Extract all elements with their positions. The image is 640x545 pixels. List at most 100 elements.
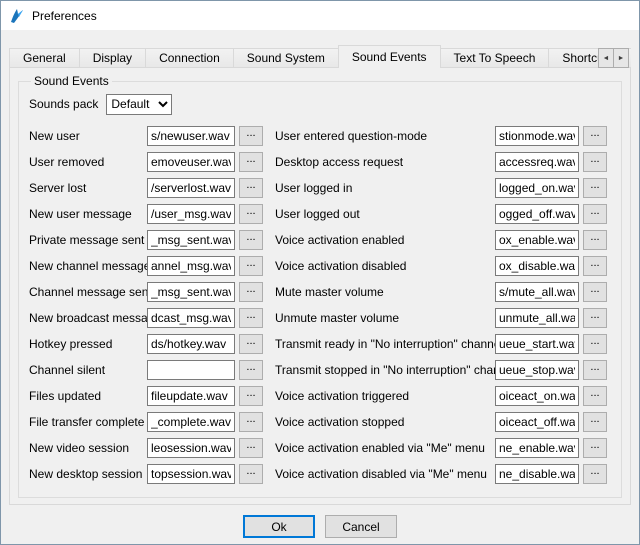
tab-general[interactable]: General [9, 48, 80, 68]
browse-button[interactable]: ... [583, 412, 607, 432]
sound-event-row: Hotkey pressed... [29, 334, 263, 354]
sound-file-input[interactable] [147, 308, 235, 328]
sound-file-input[interactable] [495, 230, 579, 250]
sound-event-label: New user message [29, 207, 147, 221]
browse-button[interactable]: ... [583, 204, 607, 224]
sound-file-input[interactable] [147, 152, 235, 172]
sound-file-input[interactable] [147, 334, 235, 354]
sound-event-label: Files updated [29, 389, 147, 403]
browse-button[interactable]: ... [583, 438, 607, 458]
sound-event-label: File transfer complete [29, 415, 147, 429]
browse-button[interactable]: ... [239, 438, 263, 458]
browse-button[interactable]: ... [583, 152, 607, 172]
sound-event-label: New channel message [29, 259, 147, 273]
sound-event-label: Transmit stopped in "No interruption" ch… [275, 363, 495, 377]
browse-button[interactable]: ... [583, 360, 607, 380]
browse-button[interactable]: ... [239, 282, 263, 302]
sound-file-input[interactable] [495, 256, 579, 276]
sound-event-row: Mute master volume... [275, 282, 607, 302]
sound-event-row: Voice activation stopped... [275, 412, 607, 432]
tab-display[interactable]: Display [79, 48, 146, 68]
sound-event-row: Unmute master volume... [275, 308, 607, 328]
sound-file-input[interactable] [147, 412, 235, 432]
tab-scroll-left-icon[interactable]: ◄ [598, 48, 614, 68]
sound-file-input[interactable] [495, 126, 579, 146]
sound-event-label: Voice activation disabled [275, 259, 495, 273]
browse-button[interactable]: ... [583, 334, 607, 354]
ok-button[interactable]: Ok [243, 515, 315, 538]
sound-file-input[interactable] [147, 126, 235, 146]
sound-event-label: Voice activation triggered [275, 389, 495, 403]
browse-button[interactable]: ... [239, 464, 263, 484]
sound-event-label: Mute master volume [275, 285, 495, 299]
sound-file-input[interactable] [495, 438, 579, 458]
sound-event-row: New user... [29, 126, 263, 146]
browse-button[interactable]: ... [239, 256, 263, 276]
sounds-pack-select[interactable]: Default [106, 94, 172, 115]
tab-connection[interactable]: Connection [145, 48, 234, 68]
sound-event-row: Files updated... [29, 386, 263, 406]
sound-file-input[interactable] [147, 438, 235, 458]
sound-file-input[interactable] [147, 464, 235, 484]
sound-event-row: New user message... [29, 204, 263, 224]
app-icon [9, 8, 25, 24]
sound-event-label: Channel message sent [29, 285, 147, 299]
tab-scroll-right-icon[interactable]: ► [613, 48, 629, 68]
tab-text-to-speech[interactable]: Text To Speech [440, 48, 550, 68]
sound-event-label: New desktop session [29, 467, 147, 481]
browse-button[interactable]: ... [239, 152, 263, 172]
sound-event-row: File transfer complete... [29, 412, 263, 432]
sound-event-label: Hotkey pressed [29, 337, 147, 351]
browse-button[interactable]: ... [239, 386, 263, 406]
browse-button[interactable]: ... [583, 256, 607, 276]
sounds-pack-label: Sounds pack [29, 97, 98, 111]
browse-button[interactable]: ... [583, 178, 607, 198]
sound-file-input[interactable] [495, 334, 579, 354]
browse-button[interactable]: ... [239, 178, 263, 198]
sound-file-input[interactable] [495, 360, 579, 380]
dialog-body: GeneralDisplayConnectionSound SystemSoun… [1, 30, 639, 545]
browse-button[interactable]: ... [239, 230, 263, 250]
sound-file-input[interactable] [495, 282, 579, 302]
sound-event-row: Transmit ready in "No interruption" chan… [275, 334, 607, 354]
browse-button[interactable]: ... [583, 386, 607, 406]
browse-button[interactable]: ... [583, 464, 607, 484]
sound-event-label: New user [29, 129, 147, 143]
cancel-button[interactable]: Cancel [325, 515, 397, 538]
browse-button[interactable]: ... [239, 308, 263, 328]
sound-event-row: Voice activation disabled... [275, 256, 607, 276]
browse-button[interactable]: ... [239, 360, 263, 380]
sound-file-input[interactable] [495, 464, 579, 484]
browse-button[interactable]: ... [239, 412, 263, 432]
sound-event-row: Server lost... [29, 178, 263, 198]
sound-file-input[interactable] [495, 204, 579, 224]
browse-button[interactable]: ... [583, 282, 607, 302]
browse-button[interactable]: ... [239, 204, 263, 224]
tab-sound-events[interactable]: Sound Events [338, 45, 441, 68]
browse-button[interactable]: ... [583, 308, 607, 328]
tab-scroller: ◄ ► [599, 48, 629, 68]
sound-file-input[interactable] [147, 282, 235, 302]
sound-file-input[interactable] [147, 178, 235, 198]
sound-events-left-column: New user...User removed...Server lost...… [29, 126, 263, 484]
sound-event-row: User removed... [29, 152, 263, 172]
sound-file-input[interactable] [495, 386, 579, 406]
sound-event-row: Private message sent... [29, 230, 263, 250]
sound-event-row: Voice activation disabled via "Me" menu.… [275, 464, 607, 484]
sound-file-input[interactable] [495, 178, 579, 198]
sound-file-input[interactable] [495, 412, 579, 432]
dialog-buttons: Ok Cancel [9, 515, 631, 538]
sound-file-input[interactable] [147, 230, 235, 250]
sound-file-input[interactable] [147, 256, 235, 276]
sound-file-input[interactable] [147, 360, 235, 380]
browse-button[interactable]: ... [239, 126, 263, 146]
browse-button[interactable]: ... [583, 126, 607, 146]
sound-event-row: Voice activation triggered... [275, 386, 607, 406]
sound-file-input[interactable] [147, 386, 235, 406]
browse-button[interactable]: ... [583, 230, 607, 250]
sound-file-input[interactable] [495, 308, 579, 328]
sound-file-input[interactable] [495, 152, 579, 172]
sound-file-input[interactable] [147, 204, 235, 224]
tab-sound-system[interactable]: Sound System [233, 48, 339, 68]
browse-button[interactable]: ... [239, 334, 263, 354]
